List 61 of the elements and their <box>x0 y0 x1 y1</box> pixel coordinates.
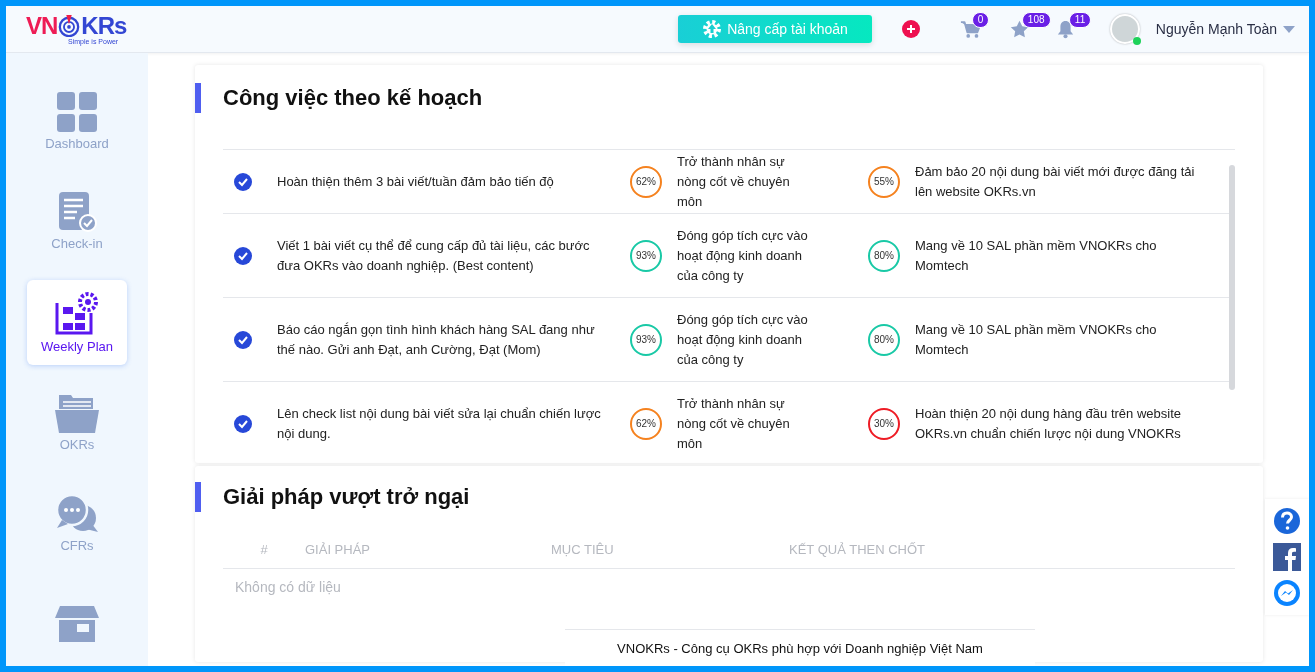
cart-count: 0 <box>971 11 990 28</box>
logo-text: KRs <box>81 13 127 38</box>
sidebar-item[interactable]: CFRs <box>27 481 127 566</box>
progress-ring: 93% <box>629 238 663 273</box>
objective-text: Đóng góp tích cực vào hoạt động kinh doanh của công ty <box>677 310 809 369</box>
facebook-icon[interactable] <box>1273 543 1301 571</box>
chat-icon <box>56 493 98 534</box>
progress-ring: 30% <box>867 406 901 441</box>
sidebar-item[interactable]: Dashboard <box>27 79 127 164</box>
notification-button[interactable] <box>1056 19 1074 39</box>
notification-count: 11 <box>1068 11 1092 28</box>
checkbox[interactable] <box>234 330 252 349</box>
plus-icon <box>901 20 920 38</box>
task-text: Hoàn thiện thêm 3 bài viết/tuần đảm bảo tiến độ <box>276 172 555 191</box>
caret-icon <box>1283 25 1295 33</box>
store-icon <box>55 605 99 642</box>
column-header: MỤC TIÊU <box>551 541 615 557</box>
bell-icon <box>1056 19 1074 39</box>
user-menu[interactable]: Nguyễn Mạnh Toàn <box>1155 21 1295 37</box>
flowchart-gear-icon <box>55 290 99 335</box>
objective-text: Đóng góp tích cực vào hoạt động kinh doanh của công ty <box>677 226 809 285</box>
grid-icon <box>57 91 97 132</box>
key-result-text: Mang về 10 SAL phần mềm VNOKRs cho Momtech <box>915 320 1158 359</box>
target-icon <box>58 14 81 37</box>
progress-ring: 62% <box>629 164 663 199</box>
progress-ring: 80% <box>867 238 901 273</box>
progress-ring: 55% <box>867 164 901 199</box>
progress-ring: 62% <box>629 406 663 441</box>
checkbox[interactable] <box>234 246 252 265</box>
column-header: GIẢI PHÁP <box>305 541 372 557</box>
key-result-text: Hoàn thiện 20 nội dung hàng đầu trên website OKRs.vn chuẩn chiến lược nội dung VNOKRs <box>915 404 1182 443</box>
objective-text: Trở thành nhân sự nòng cốt về chuyên môn <box>677 394 791 453</box>
star-icon <box>1009 19 1029 39</box>
star-count: 108 <box>1021 11 1051 28</box>
progress-ring: 80% <box>867 322 901 357</box>
folder-icon <box>55 393 99 434</box>
checkbox[interactable] <box>234 414 252 433</box>
scrollbar[interactable] <box>1229 165 1235 390</box>
task-text: Lên check list nội dung bài viết sửa lại chuẩn chiến lược nội dung. <box>276 404 602 443</box>
task-text: Báo cáo ngắn gọn tình hình khách hàng SAL đang như thế nào. Gửi anh Đạt, anh Cường, Đạt (Mom) <box>276 320 596 359</box>
objective-text: Trở thành nhân sự nòng cốt về chuyên môn <box>677 152 791 211</box>
sidebar-item[interactable]: Check-in <box>27 179 127 264</box>
empty-message: Không có dữ liệu <box>235 579 342 595</box>
column-header: KẾT QUẢ THEN CHỐT <box>789 541 926 557</box>
column-header: # <box>259 541 269 557</box>
logo-text: VN <box>26 13 58 38</box>
checkbox[interactable] <box>234 172 252 191</box>
help-icon[interactable] <box>1273 507 1301 535</box>
task-text: Viết 1 bài viết cụ thể để cung cấp đủ tài liệu, các bước đưa OKRs vào doanh nghiệp. (Best content) <box>276 236 591 275</box>
gear-icon <box>702 19 723 39</box>
key-result-text: Đảm bảo 20 nội dung bài viết mới được đăng tải lên website OKRs.vn <box>915 162 1195 201</box>
progress-ring: 93% <box>629 322 663 357</box>
checklist-icon <box>57 192 97 233</box>
key-result-text: Mang về 10 SAL phần mềm VNOKRs cho Momtech <box>915 236 1158 275</box>
section-title: Công việc theo kế hoạch <box>195 83 1263 113</box>
add-button[interactable] <box>901 20 920 38</box>
messenger-icon[interactable] <box>1273 579 1301 607</box>
star-button[interactable] <box>1009 19 1029 39</box>
sidebar-item[interactable]: OKRs <box>27 380 127 465</box>
sidebar-item[interactable]: Weekly Plan <box>27 280 127 365</box>
upgrade-button[interactable]: Nâng cấp tài khoản <box>678 15 872 43</box>
